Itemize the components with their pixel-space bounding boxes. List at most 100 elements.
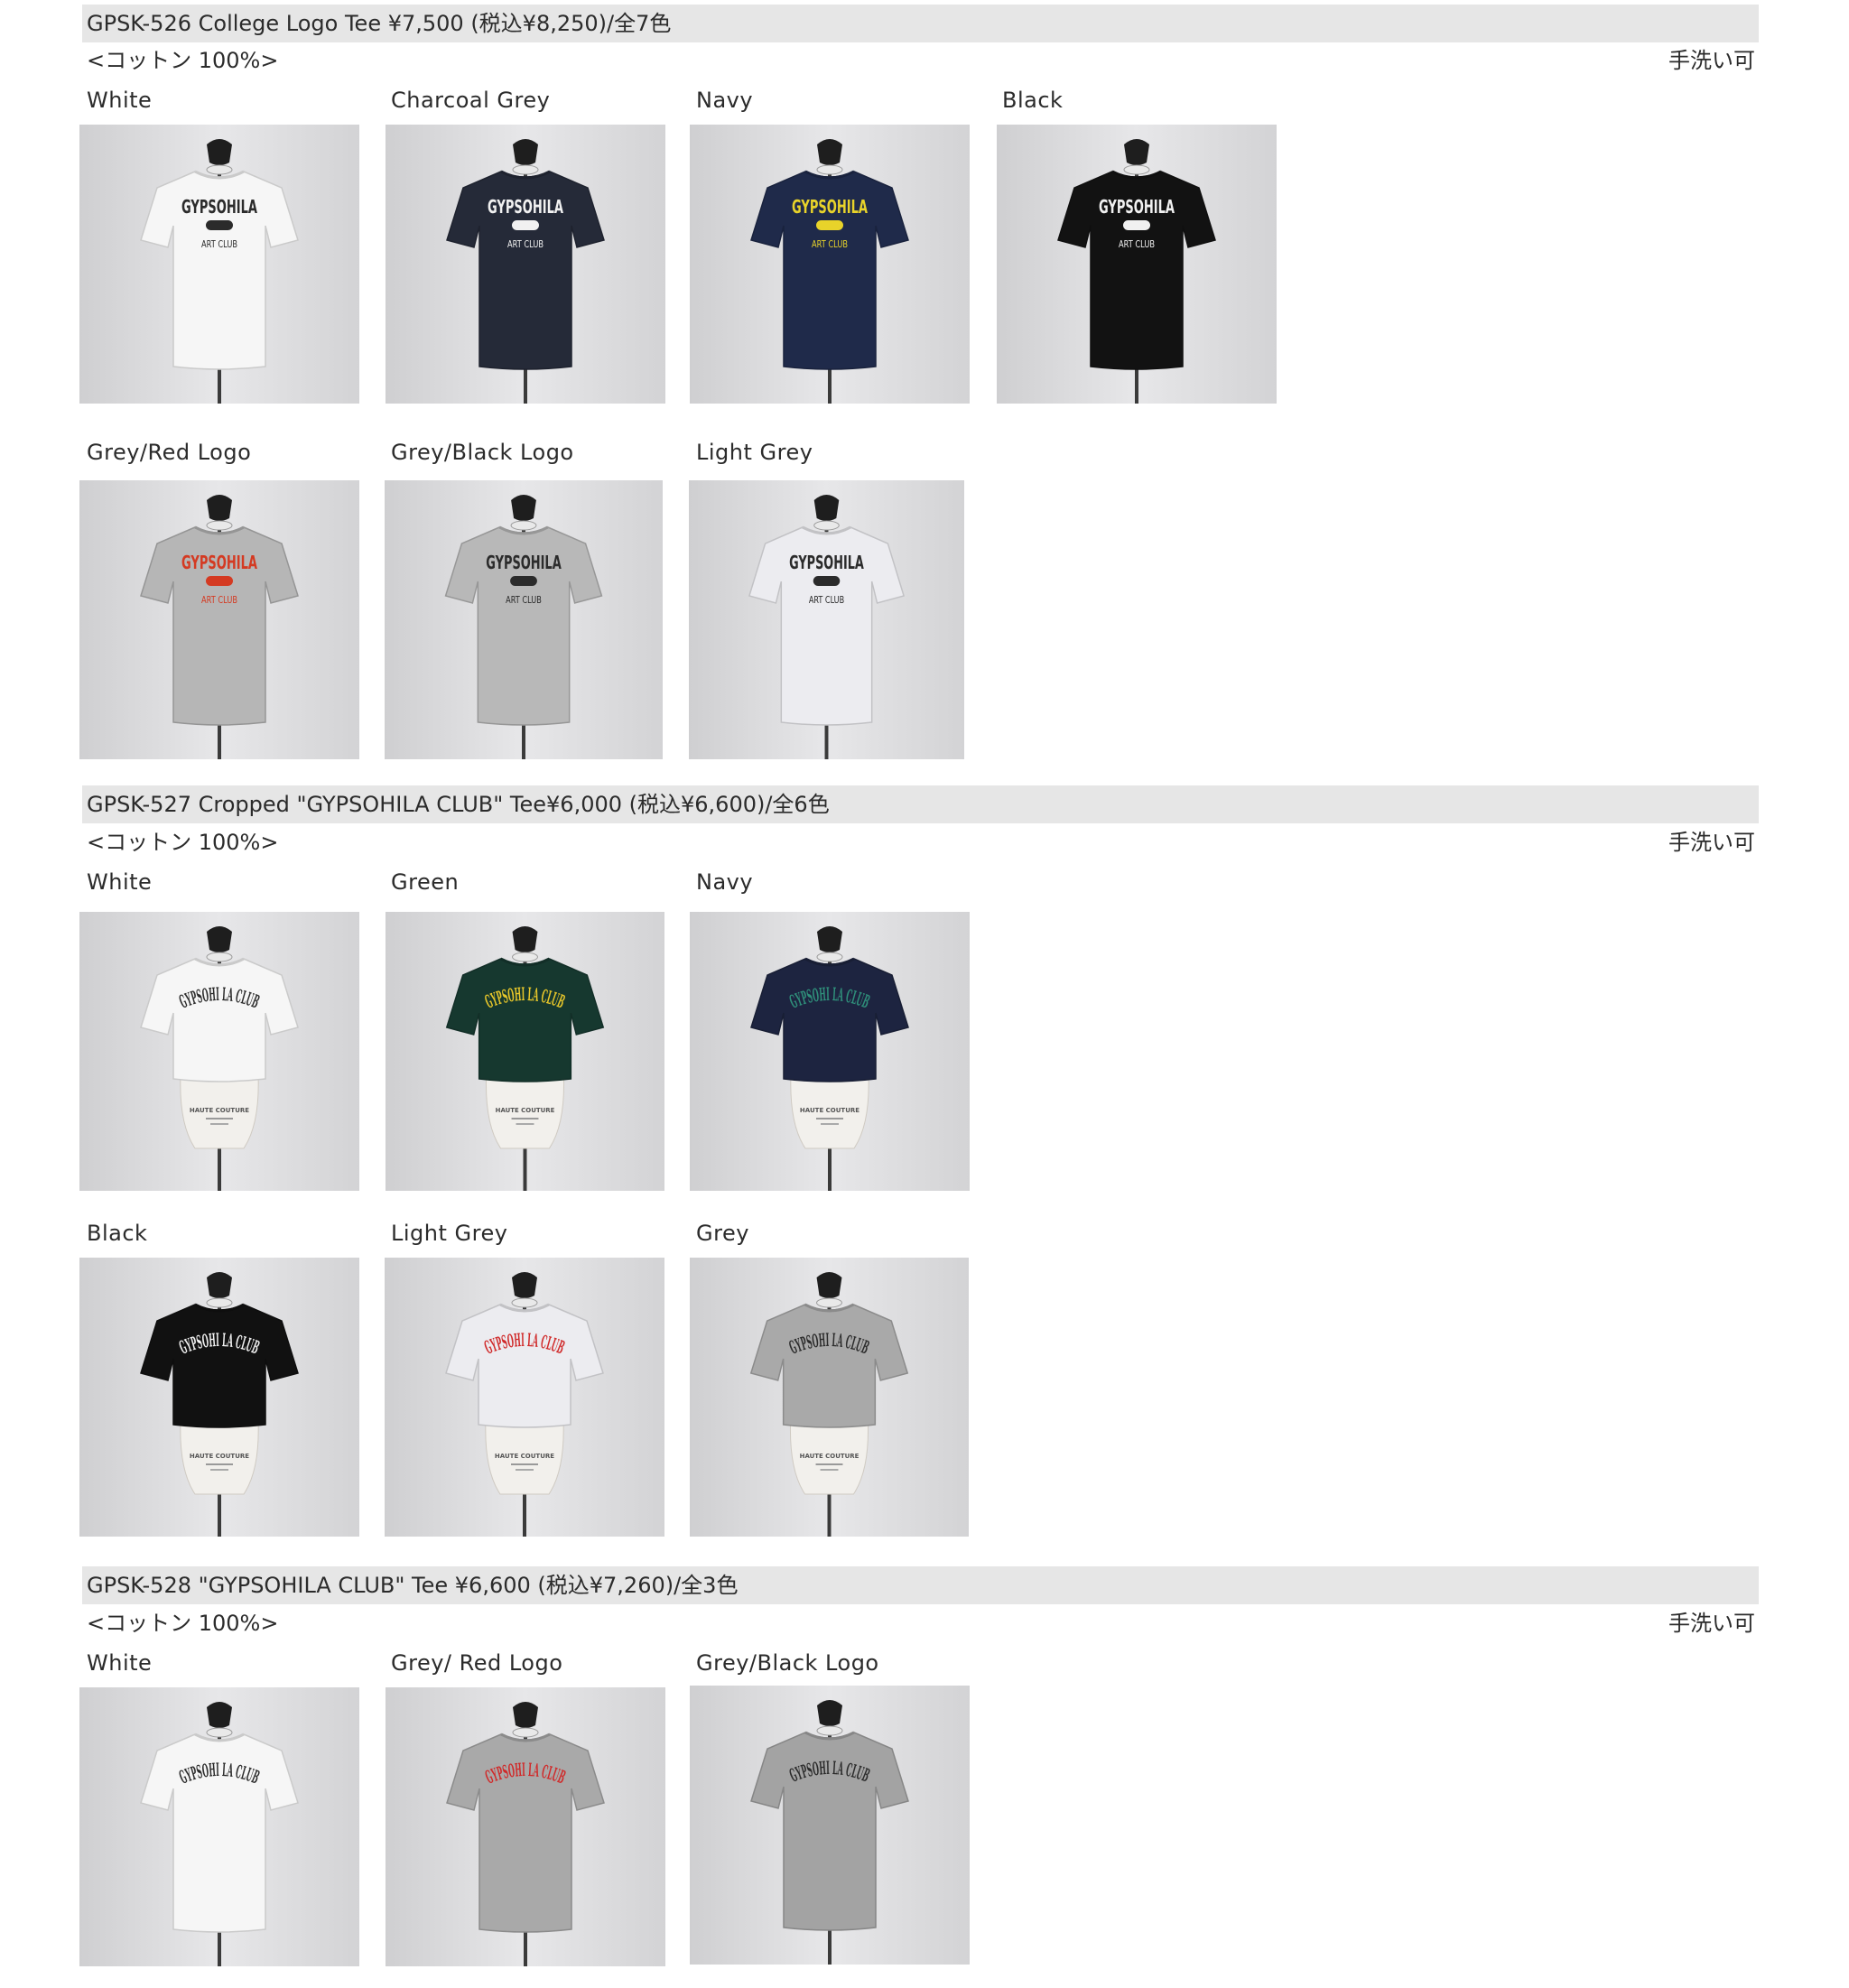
mannequin-collar xyxy=(206,164,233,175)
product-photo[interactable]: GYPSOHILA ART CLUB xyxy=(997,125,1277,404)
mannequin-neck xyxy=(207,495,232,521)
color-label: Grey xyxy=(696,1221,749,1246)
dress-form-line xyxy=(511,1118,539,1119)
material-label: <コットン 100%> xyxy=(87,48,279,73)
color-label: Charcoal Grey xyxy=(391,88,551,113)
tshirt-logo-pill xyxy=(206,220,233,230)
mannequin-neck xyxy=(513,1702,538,1728)
tshirt-photo: HAUTE COUTUREGYPSOHI LA CLUB xyxy=(79,1258,359,1537)
product-photo[interactable]: HAUTE COUTUREGYPSOHI LA CLUB xyxy=(690,1258,969,1537)
mannequin-collar xyxy=(510,520,537,531)
care-label: 手洗い可 xyxy=(1668,48,1755,73)
dress-form-label: HAUTE COUTURE xyxy=(495,1453,554,1460)
mannequin-collar xyxy=(511,1297,538,1308)
mannequin-neck xyxy=(512,926,538,952)
tshirt-logo-subtext: ART CLUB xyxy=(201,238,237,250)
product-photo[interactable]: GYPSOHILA ART CLUB xyxy=(689,480,964,759)
tshirt-logo-text: GYPSOHILA xyxy=(181,552,257,573)
tshirt-logo-pill xyxy=(206,576,233,586)
color-label: Grey/Black Logo xyxy=(391,440,574,465)
product-photo[interactable]: GYPSOHILA ART CLUB xyxy=(385,480,663,759)
tshirt-photo: GYPSOHILA ART CLUB xyxy=(79,125,359,404)
tshirt-photo: GYPSOHILA ART CLUB xyxy=(689,480,964,759)
tshirt-photo: HAUTE COUTUREGYPSOHI LA CLUB xyxy=(386,912,664,1191)
tshirt-logo-pill xyxy=(510,576,537,586)
mannequin-neck xyxy=(511,495,536,521)
color-label: Navy xyxy=(696,88,754,113)
tshirt-logo-pill xyxy=(512,220,539,230)
tshirt-logo-subtext: ART CLUB xyxy=(812,238,848,250)
product-photo[interactable]: GYPSOHILA ART CLUB xyxy=(79,480,359,759)
product-photo[interactable]: HAUTE COUTUREGYPSOHI LA CLUB xyxy=(690,912,970,1191)
mannequin-neck xyxy=(207,1702,232,1728)
mannequin-collar xyxy=(206,952,233,962)
color-label: Navy xyxy=(696,869,754,895)
color-label: Grey/Black Logo xyxy=(696,1650,879,1676)
mannequin-neck xyxy=(207,139,232,165)
tshirt-logo-subtext: ART CLUB xyxy=(809,594,844,606)
material-label: <コットン 100%> xyxy=(87,830,279,855)
mannequin-collar xyxy=(816,952,843,962)
color-label: Black xyxy=(1002,88,1064,113)
product-header: GPSK-526 College Logo Tee ¥7,500 (税込¥8,2… xyxy=(82,5,1759,42)
product-photo[interactable]: GYPSOHILA ART CLUB xyxy=(386,125,665,404)
color-label: White xyxy=(87,88,153,113)
mannequin-collar xyxy=(512,164,539,175)
tshirt-photo: GYPSOHILA ART CLUB xyxy=(385,480,663,759)
mannequin-collar xyxy=(816,1297,842,1308)
tshirt-logo-text: GYPSOHILA xyxy=(486,553,562,573)
color-label: Grey/ Red Logo xyxy=(391,1650,563,1676)
product-photo[interactable]: HAUTE COUTUREGYPSOHI LA CLUB xyxy=(386,912,664,1191)
dress-form-line xyxy=(516,1469,534,1471)
product-photo[interactable]: GYPSOHILA ART CLUB xyxy=(690,125,970,404)
dress-form-line xyxy=(821,1123,839,1125)
tshirt-logo-subtext: ART CLUB xyxy=(201,594,237,606)
dress-form-line xyxy=(206,1118,233,1119)
mannequin-collar xyxy=(206,1297,233,1308)
product-header: GPSK-527 Cropped "GYPSOHILA CLUB" Tee¥6,… xyxy=(82,785,1759,823)
dress-form-line xyxy=(511,1463,538,1465)
product-photo[interactable]: HAUTE COUTUREGYPSOHI LA CLUB xyxy=(79,912,359,1191)
dress-form-line xyxy=(816,1118,843,1119)
tshirt-logo-text: GYPSOHILA xyxy=(789,553,864,573)
product-photo[interactable]: GYPSOHI LA CLUB xyxy=(79,1687,359,1966)
mannequin-neck xyxy=(817,1700,842,1726)
mannequin-collar xyxy=(1123,164,1150,175)
tshirt-logo-pill xyxy=(1123,220,1150,230)
color-label: Black xyxy=(87,1221,148,1246)
tshirt-photo: GYPSOHI LA CLUB xyxy=(79,1687,359,1966)
color-label: White xyxy=(87,1650,153,1676)
dress-form-line xyxy=(210,1123,228,1125)
mannequin-collar xyxy=(816,1725,843,1736)
mannequin-neck xyxy=(1124,139,1149,165)
mannequin-collar xyxy=(512,952,538,962)
tshirt-logo-subtext: ART CLUB xyxy=(507,238,544,250)
tshirt-photo: HAUTE COUTUREGYPSOHI LA CLUB xyxy=(79,912,359,1191)
product-photo[interactable]: GYPSOHI LA CLUB xyxy=(690,1686,970,1965)
dress-form-line xyxy=(815,1463,843,1465)
tshirt-photo: GYPSOHILA ART CLUB xyxy=(997,125,1277,404)
color-label: Light Grey xyxy=(391,1221,508,1246)
mannequin-neck xyxy=(513,139,538,165)
mannequin-collar xyxy=(512,1727,539,1738)
dress-form-line xyxy=(210,1469,228,1471)
product-photo[interactable]: HAUTE COUTUREGYPSOHI LA CLUB xyxy=(79,1258,359,1537)
tshirt-photo: HAUTE COUTUREGYPSOHI LA CLUB xyxy=(690,1258,969,1537)
dress-form-label: HAUTE COUTURE xyxy=(190,1453,249,1460)
material-label: <コットン 100%> xyxy=(87,1611,279,1636)
tshirt-photo: HAUTE COUTUREGYPSOHI LA CLUB xyxy=(385,1258,664,1537)
dress-form-line xyxy=(820,1469,839,1471)
dress-form-line xyxy=(206,1463,233,1465)
mannequin-collar xyxy=(816,164,843,175)
mannequin-neck xyxy=(813,495,840,521)
product-photo[interactable]: HAUTE COUTUREGYPSOHI LA CLUB xyxy=(385,1258,664,1537)
tshirt-logo-subtext: ART CLUB xyxy=(506,594,542,606)
product-photo[interactable]: GYPSOHI LA CLUB xyxy=(386,1687,665,1966)
mannequin-collar xyxy=(206,1727,233,1738)
product-photo[interactable]: GYPSOHILA ART CLUB xyxy=(79,125,359,404)
tshirt-photo: GYPSOHILA ART CLUB xyxy=(79,480,359,759)
mannequin-collar xyxy=(206,520,233,531)
tshirt-photo: GYPSOHILA ART CLUB xyxy=(690,125,970,404)
tshirt-photo: GYPSOHILA ART CLUB xyxy=(386,125,665,404)
care-label: 手洗い可 xyxy=(1668,830,1755,855)
